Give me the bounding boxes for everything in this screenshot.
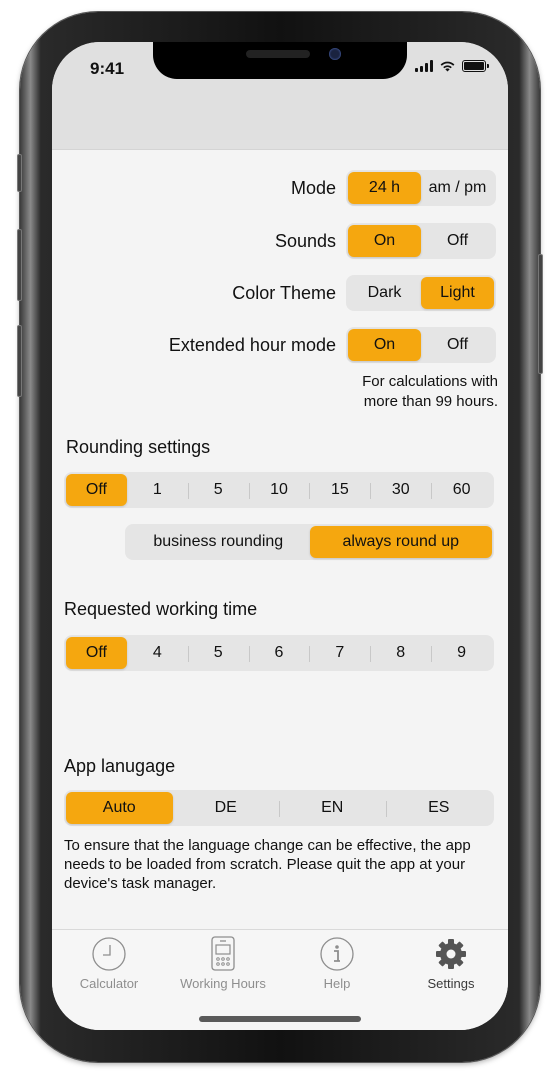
working-time-option[interactable]: 6 [248, 637, 310, 669]
speaker [246, 50, 310, 58]
clock-icon [91, 936, 127, 972]
wifi-icon [440, 61, 455, 72]
language-option-auto[interactable]: Auto [66, 792, 173, 824]
color-theme-label: Color Theme [232, 282, 336, 303]
rounding-option[interactable]: 60 [431, 474, 492, 506]
rounding-option[interactable]: 30 [370, 474, 431, 506]
rounding-option[interactable]: 15 [309, 474, 370, 506]
tab-bar: Calculator Working Hours Help Settings [52, 929, 508, 1030]
working-time-option[interactable]: 8 [370, 637, 431, 669]
rounding-segmented-control: Off 1 5 10 15 30 60 [64, 472, 494, 508]
home-indicator[interactable] [199, 1016, 361, 1022]
working-time-title: Requested working time [64, 599, 258, 619]
extended-hour-label: Extended hour mode [168, 334, 336, 355]
tab-calculator[interactable]: Calculator [52, 936, 166, 991]
rounding-option[interactable]: 1 [127, 474, 188, 506]
rounding-mode-segmented-control: business rounding always round up [125, 524, 494, 560]
mode-row: Mode 24 h am / pm [291, 170, 496, 206]
status-icons [415, 60, 489, 72]
volume-down-button [17, 325, 22, 397]
tab-settings[interactable]: Settings [394, 936, 508, 991]
theme-option-dark[interactable]: Dark [348, 277, 421, 309]
mode-label: Mode [290, 177, 336, 198]
extended-hour-segmented-control: On Off [346, 327, 496, 363]
extended-note-line-2: more than 99 hours. [363, 393, 498, 410]
tab-help-label: Help [323, 976, 351, 991]
working-time-option[interactable]: 4 [127, 637, 188, 669]
tab-working-hours-label: Working Hours [180, 976, 266, 991]
extended-hour-row: Extended hour mode On Off [169, 327, 496, 363]
volume-up-button [17, 229, 22, 301]
working-time-option[interactable]: 9 [431, 637, 492, 669]
extended-note-line-1: For calculations with [362, 373, 498, 390]
rounding-title: Rounding settings [66, 437, 211, 457]
power-button [538, 254, 543, 374]
language-segmented-control: Auto DE EN ES [64, 790, 494, 826]
language-option-de[interactable]: DE [173, 792, 280, 824]
working-time-option[interactable]: 5 [187, 637, 249, 669]
mode-segmented-control: 24 h am / pm [346, 170, 496, 206]
status-time: 9:41 [90, 59, 125, 78]
rounding-mode-always-up[interactable]: always round up [309, 526, 492, 558]
calculator-device-icon [205, 936, 241, 972]
screen: 9:41 Mode 24 h am / pm Sounds On Off Col… [52, 42, 508, 1030]
color-theme-segmented-control: Dark Light [346, 275, 496, 311]
sounds-option-on[interactable]: On [348, 225, 421, 257]
rounding-option[interactable]: Off [66, 474, 127, 506]
rounding-option[interactable]: 5 [187, 474, 249, 506]
mode-option-ampm[interactable]: am / pm [421, 172, 494, 204]
language-option-es[interactable]: ES [385, 792, 493, 824]
rounding-option[interactable]: 10 [248, 474, 310, 506]
notch [153, 42, 407, 79]
signal-icon [415, 60, 433, 72]
gear-icon [433, 936, 469, 972]
working-time-option[interactable]: 7 [309, 637, 370, 669]
camera [329, 48, 341, 60]
language-note: To ensure that the language change can b… [64, 837, 471, 892]
language-title: App lanugage [64, 756, 176, 776]
tab-working-hours[interactable]: Working Hours [166, 936, 280, 991]
sounds-row: Sounds On Off [275, 223, 496, 259]
extended-hour-note: For calculations with more than 99 hours… [362, 372, 498, 412]
extended-option-on[interactable]: On [348, 329, 421, 361]
sounds-segmented-control: On Off [346, 223, 496, 259]
tab-settings-label: Settings [427, 976, 475, 991]
theme-option-light[interactable]: Light [421, 277, 494, 309]
mode-option-24h[interactable]: 24 h [348, 172, 421, 204]
color-theme-row: Color Theme Dark Light [232, 275, 496, 311]
silent-switch [17, 154, 22, 192]
battery-icon [462, 60, 489, 72]
tab-help[interactable]: Help [280, 936, 394, 991]
working-time-option[interactable]: Off [66, 637, 127, 669]
tab-calculator-label: Calculator [79, 976, 139, 991]
sounds-option-off[interactable]: Off [421, 225, 494, 257]
working-time-segmented-control: Off 4 5 6 7 8 9 [64, 635, 494, 671]
sounds-label: Sounds [274, 230, 336, 251]
rounding-mode-business[interactable]: business rounding [127, 526, 310, 558]
language-option-en[interactable]: EN [279, 792, 386, 824]
info-icon [319, 936, 355, 972]
extended-option-off[interactable]: Off [421, 329, 494, 361]
